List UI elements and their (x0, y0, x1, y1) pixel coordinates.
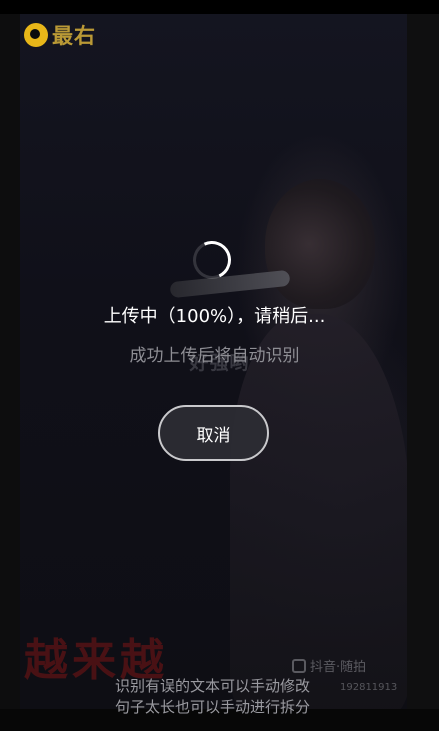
microphone-graphic (169, 269, 291, 299)
tip-line-2: 句子太长也可以手动进行拆分 (114, 698, 310, 716)
bottom-tips: 识别有误的文本可以手动修改 句子太长也可以手动进行拆分 (0, 676, 425, 718)
cancel-button[interactable]: 取消 (158, 405, 269, 461)
upload-hint-text: 成功上传后将自动识别 (129, 346, 300, 366)
watermark-label: 抖音·随拍 (310, 660, 367, 675)
status-bar (0, 0, 439, 14)
music-note-icon (292, 658, 306, 673)
video-watermark: 抖音·随拍 (292, 656, 366, 675)
upload-status-text: 上传中（100%），请稍后... (103, 306, 326, 327)
logo-text: 最右 (52, 24, 96, 48)
performer-head (265, 179, 375, 309)
app-logo: 最右 (24, 20, 96, 50)
tip-line-1: 识别有误的文本可以手动修改 (114, 677, 310, 695)
upload-screen: 最右 好强哟 越来越 抖音·随拍 192811913 上传中（100%），请稍后… (0, 0, 439, 731)
logo-icon (24, 23, 48, 47)
